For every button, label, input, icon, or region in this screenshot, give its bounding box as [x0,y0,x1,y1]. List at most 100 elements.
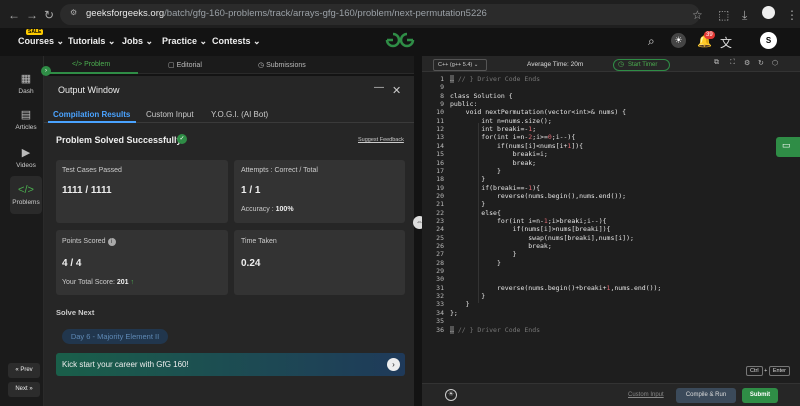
tab-editorial[interactable]: ▢ Editorial [168,61,202,69]
downloads-icon[interactable]: ⤓ [742,8,747,23]
chat-icon[interactable]: ▭ [782,140,791,151]
code-line[interactable]: … // } Driver Code Ends [450,75,540,83]
code-line[interactable]: reverse(nums.begin()+breaki+1,nums.end()… [450,284,661,292]
code-line[interactable]: if(nums[i]>nums[breaki]){ [450,225,611,233]
accuracy: Accuracy : 100% [241,206,294,213]
code-line[interactable]: int breaki=-1; [450,125,536,133]
chevron-down-icon: ⌄ [145,36,154,46]
profile-icon[interactable] [762,6,775,19]
code-line[interactable]: if(breaki==-1){ [450,184,540,192]
back-icon[interactable]: ← [8,8,20,22]
timer-icon: ◷ [618,61,625,68]
code-line[interactable]: } [450,292,485,300]
search-icon[interactable]: ⌕ [648,34,655,49]
settings-icon[interactable]: ⚙ [744,59,750,67]
code-line[interactable]: } [450,300,470,308]
arrow-up-icon: ↑ [130,279,135,286]
line-number: 9 [440,100,444,109]
video-icon: ▶ [21,147,31,159]
more-icon[interactable]: ⬡ [772,59,778,67]
site-info-icon[interactable]: ⚙ [70,8,77,17]
tab-problem[interactable]: </> Problem [72,61,110,68]
nav-tutorials[interactable]: Tutorials ⌄ [68,36,115,47]
code-line[interactable]: } [450,167,501,175]
code-line[interactable]: } [450,250,517,258]
code-line[interactable]: class Solution { [450,92,513,100]
bookmark-star-icon[interactable]: ☆ [692,8,703,22]
code-line[interactable]: reverse(nums.begin(),nums.end()); [450,192,626,200]
code-line[interactable]: breaki=i; [450,150,548,158]
code-line[interactable]: … // } Driver Code Ends [450,325,540,334]
gfg-logo-icon[interactable] [383,31,417,49]
custom-input-link[interactable]: Custom Input [628,392,664,398]
nav-jobs[interactable]: Jobs ⌄ [122,36,153,47]
copy-icon[interactable]: ⧉ [714,59,719,67]
submit-button[interactable]: Submit [742,388,778,403]
translate-icon[interactable]: 文 [720,34,732,51]
forward-icon[interactable]: → [26,8,38,22]
fullscreen-icon[interactable]: ⛶ [730,59,735,67]
next-problem-chip[interactable]: Day 6 - Majority Element II [62,329,168,344]
code-line[interactable]: }; [450,309,458,317]
line-number: 14 [436,141,444,150]
tab-compilation-results[interactable]: Compilation Results [53,110,130,119]
line-number: 17 [436,166,444,175]
code-line[interactable]: for(int i=n-2;i>=0;i--){ [450,133,575,141]
info-icon: i [107,238,116,246]
code-line[interactable]: public: [450,100,477,108]
nav-contests[interactable]: Contests ⌄ [212,36,261,47]
sidebar-item-problems[interactable]: </> Problems [4,184,48,206]
line-number: 21 [436,200,444,209]
reset-icon[interactable]: ↻ [758,59,764,67]
clock-icon: ◷ [258,62,265,69]
code-line[interactable]: if(nums[i]<nums[i+1]){ [450,142,583,150]
shortcut-hint: Ctrl + Enter [746,366,790,376]
browser-menu-icon[interactable]: ⋮ [786,8,798,22]
tab-submissions[interactable]: ◷ Submissions [258,61,306,69]
code-line[interactable]: } [450,200,485,208]
avatar[interactable]: S [760,32,777,49]
code-line[interactable]: swap(nums[breaki],nums[i]); [450,234,634,242]
chevron-right-icon[interactable]: › [387,358,400,371]
language-select[interactable]: C++ (g++ 5.4) ⌄ [433,59,487,71]
code-line[interactable]: int n=nums.size(); [450,117,551,125]
extensions-icon[interactable]: ⬚ [718,8,729,22]
line-number: 22 [436,208,444,217]
nav-practice[interactable]: Practice ⌄ [162,36,207,47]
tab-yogi-ai-bot[interactable]: Y.O.G.I. (AI Bot) [211,110,268,119]
lightbulb-icon[interactable]: ☀ [445,389,457,401]
chevron-down-icon: ⌄ [107,36,116,46]
close-icon[interactable]: ✕ [392,84,401,97]
output-window-title: Output Window [58,85,120,95]
code-line[interactable]: else{ [450,209,501,217]
sidebar-item-articles[interactable]: ▤ Articles [4,108,48,131]
code-line[interactable]: } [450,259,501,267]
line-number: 25 [436,233,444,242]
prev-button[interactable]: « Prev [8,363,40,378]
code-line[interactable]: break; [450,159,536,167]
code-line[interactable]: void nextPermutation(vector<int>& nums) … [450,108,626,116]
suggest-feedback-link[interactable]: Suggest Feedback [358,137,404,143]
code-line[interactable]: for(int i=n-1;i>breaki;i--){ [450,217,607,225]
panel-divider[interactable] [414,56,422,406]
sidebar-item-dash[interactable]: ▦ Dash [4,72,48,95]
minimize-icon[interactable]: — [374,82,384,93]
line-number: 24 [436,225,444,234]
collapse-arrow-icon[interactable]: › [41,66,51,76]
reload-icon[interactable]: ↻ [44,8,54,22]
sidebar-item-videos[interactable]: ▶ Videos [4,146,48,169]
output-active-tab-indicator [48,121,136,123]
compile-run-button[interactable]: Compile & Run [676,388,736,403]
nav-courses[interactable]: Courses ⌄ [18,36,64,47]
points-label: Points Scored i [62,238,116,246]
line-number: 36 [436,325,444,334]
code-line[interactable]: } [450,175,485,183]
line-number: 16 [436,158,444,167]
line-number: 18 [436,175,444,184]
next-button[interactable]: Next » [8,382,40,397]
theme-toggle-icon[interactable]: ☀ [671,33,686,48]
code-line[interactable]: break; [450,242,551,250]
line-number: 15 [436,150,444,159]
url-text[interactable]: geeksforgeeks.org/batch/gfg-160-problems… [86,8,487,19]
tab-custom-input[interactable]: Custom Input [146,110,194,119]
